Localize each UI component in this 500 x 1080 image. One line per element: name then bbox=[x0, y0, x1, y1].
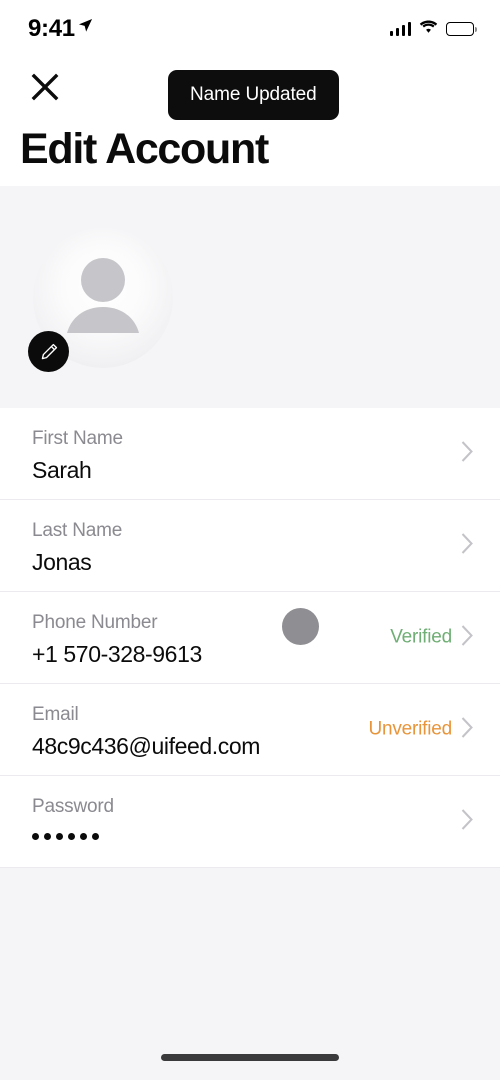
page-title: Edit Account bbox=[20, 125, 269, 173]
touch-indicator bbox=[282, 608, 319, 645]
field-trailing bbox=[461, 808, 474, 835]
app-screen: 9:41 Name Updated Edit Account First Nam… bbox=[0, 0, 500, 1080]
close-button[interactable] bbox=[26, 68, 64, 106]
field-row-password[interactable]: Password bbox=[0, 776, 500, 868]
field-row-email[interactable]: Email 48c9c436@uifeed.com Unverified bbox=[0, 684, 500, 776]
field-label: Last Name bbox=[32, 520, 123, 541]
field-row-last-name[interactable]: Last Name Jonas bbox=[0, 500, 500, 592]
field-label: First Name bbox=[32, 428, 123, 449]
avatar-section bbox=[0, 186, 500, 408]
status-badge-verified: Verified bbox=[390, 626, 452, 648]
field-trailing: Verified bbox=[390, 624, 474, 651]
chevron-right-icon bbox=[461, 716, 474, 743]
field-texts: Email 48c9c436@uifeed.com bbox=[32, 703, 260, 760]
wifi-icon bbox=[419, 20, 438, 39]
battery-full-icon bbox=[446, 22, 477, 36]
field-value: +1 570-328-9613 bbox=[32, 640, 202, 667]
status-bar-time: 9:41 bbox=[28, 15, 75, 42]
field-texts: First Name Sarah bbox=[32, 427, 123, 484]
edit-avatar-button[interactable] bbox=[28, 331, 69, 372]
field-row-first-name[interactable]: First Name Sarah bbox=[0, 408, 500, 500]
home-indicator[interactable] bbox=[161, 1054, 339, 1061]
field-texts: Last Name Jonas bbox=[32, 519, 122, 576]
chevron-right-icon bbox=[461, 532, 474, 559]
field-texts: Password bbox=[32, 795, 114, 840]
field-value: Sarah bbox=[32, 456, 92, 483]
toast-notification: Name Updated bbox=[168, 70, 339, 120]
chevron-right-icon bbox=[461, 808, 474, 835]
field-trailing: Unverified bbox=[368, 716, 474, 743]
bottom-safe-area bbox=[0, 868, 500, 1080]
location-arrow-icon bbox=[78, 18, 93, 38]
status-bar-right bbox=[389, 20, 477, 39]
status-badge-unverified: Unverified bbox=[368, 718, 452, 740]
field-value: Jonas bbox=[32, 548, 92, 575]
field-trailing bbox=[461, 532, 474, 559]
status-bar: 9:41 bbox=[0, 0, 500, 58]
password-masked-value bbox=[32, 832, 114, 840]
field-label: Phone Number bbox=[32, 612, 158, 633]
chevron-right-icon bbox=[461, 440, 474, 467]
field-texts: Phone Number +1 570-328-9613 bbox=[32, 611, 202, 668]
field-trailing bbox=[461, 440, 474, 467]
field-row-phone-number[interactable]: Phone Number +1 570-328-9613 Verified bbox=[0, 592, 500, 684]
avatar[interactable] bbox=[28, 228, 173, 372]
cellular-signal-icon bbox=[389, 22, 411, 36]
field-value: 48c9c436@uifeed.com bbox=[32, 732, 261, 759]
field-label: Email bbox=[32, 704, 79, 725]
field-label: Password bbox=[32, 796, 114, 817]
pencil-icon bbox=[41, 343, 57, 359]
account-fields-list: First Name Sarah Last Name Jonas Phone N… bbox=[0, 408, 500, 868]
chevron-right-icon bbox=[461, 624, 474, 651]
status-bar-left: 9:41 bbox=[28, 15, 93, 43]
